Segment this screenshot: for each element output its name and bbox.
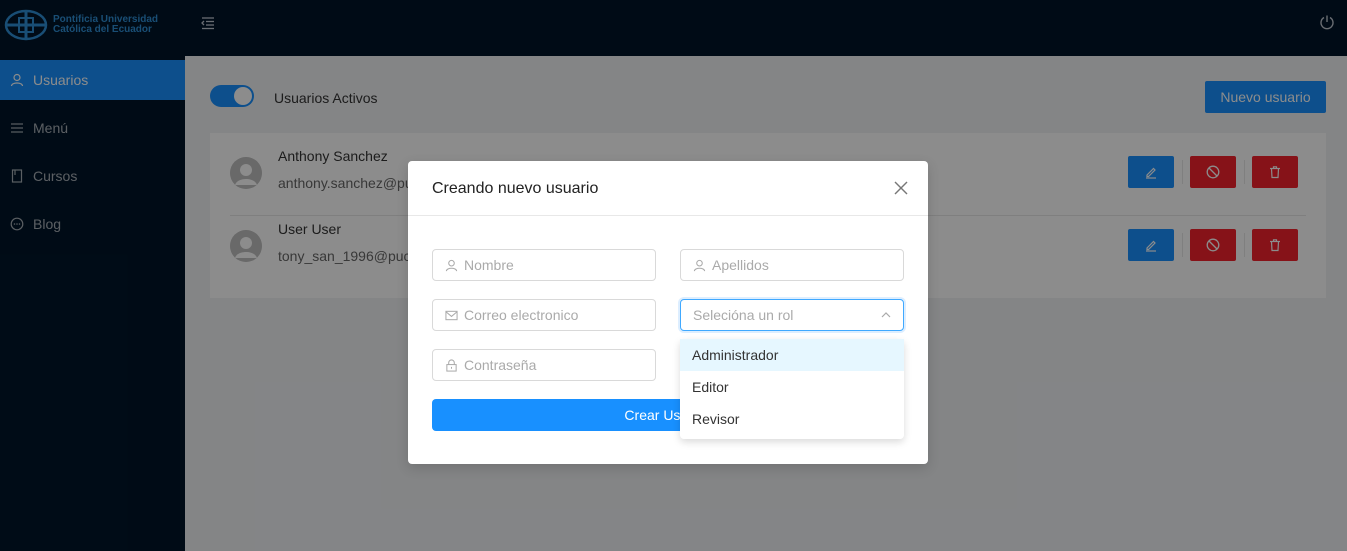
lock-icon	[446, 358, 457, 372]
rol-select[interactable]: Selecióna un rol	[680, 299, 904, 331]
modal-header: Creando nuevo usuario	[408, 161, 928, 216]
close-icon[interactable]	[894, 181, 908, 195]
mail-icon	[445, 310, 458, 320]
user-icon	[445, 259, 458, 271]
contrasena-field[interactable]	[432, 349, 656, 381]
correo-input[interactable]	[464, 307, 644, 323]
chevron-up-icon	[881, 312, 891, 318]
apellidos-input[interactable]	[712, 257, 892, 273]
modal-title: Creando nuevo usuario	[432, 180, 599, 197]
nombre-field[interactable]	[432, 249, 656, 281]
contrasena-input[interactable]	[464, 357, 644, 373]
rol-select-placeholder: Selecióna un rol	[693, 307, 794, 323]
correo-field[interactable]	[432, 299, 656, 331]
nombre-input[interactable]	[464, 257, 644, 273]
user-icon	[693, 259, 706, 271]
apellidos-field[interactable]	[680, 249, 904, 281]
role-option-administrador[interactable]: Administrador	[680, 339, 904, 371]
role-option-editor[interactable]: Editor	[680, 371, 904, 403]
role-option-revisor[interactable]: Revisor	[680, 403, 904, 435]
role-dropdown: Administrador Editor Revisor	[680, 339, 904, 439]
